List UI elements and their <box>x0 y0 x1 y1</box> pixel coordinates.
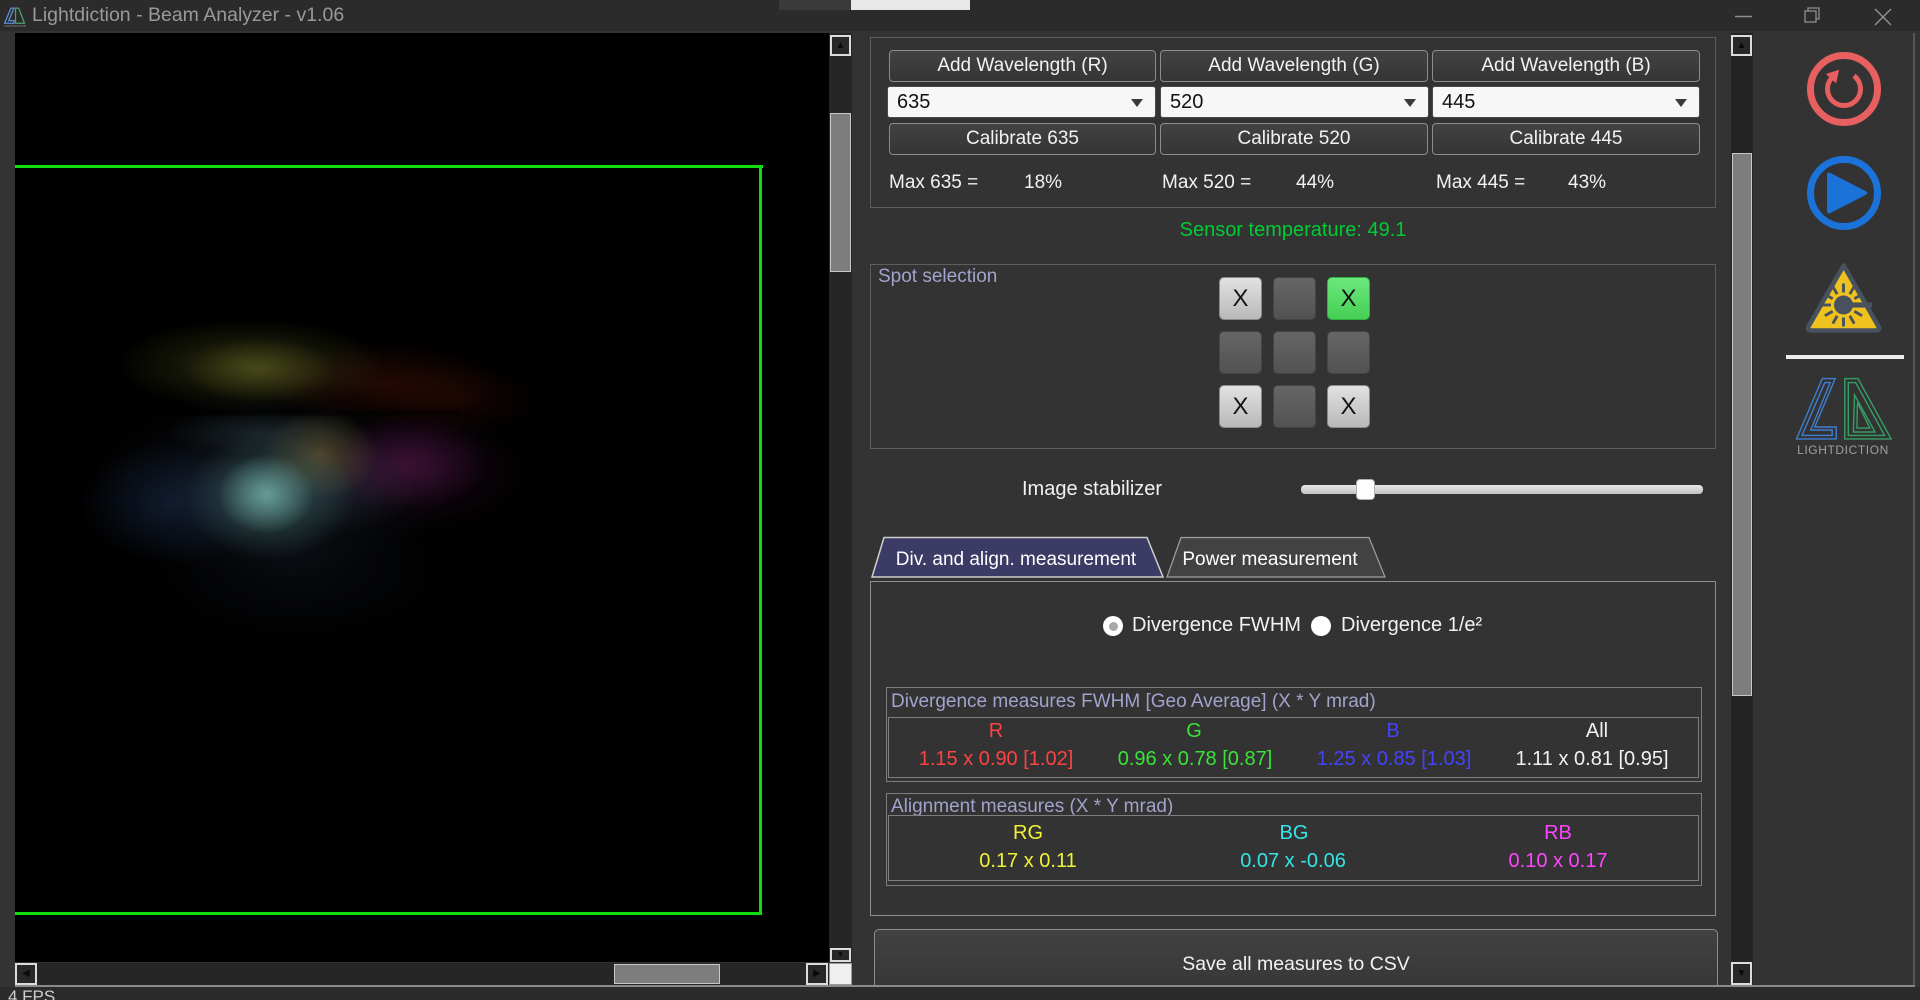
svg-text:LIGHTDICTION: LIGHTDICTION <box>4 24 26 28</box>
